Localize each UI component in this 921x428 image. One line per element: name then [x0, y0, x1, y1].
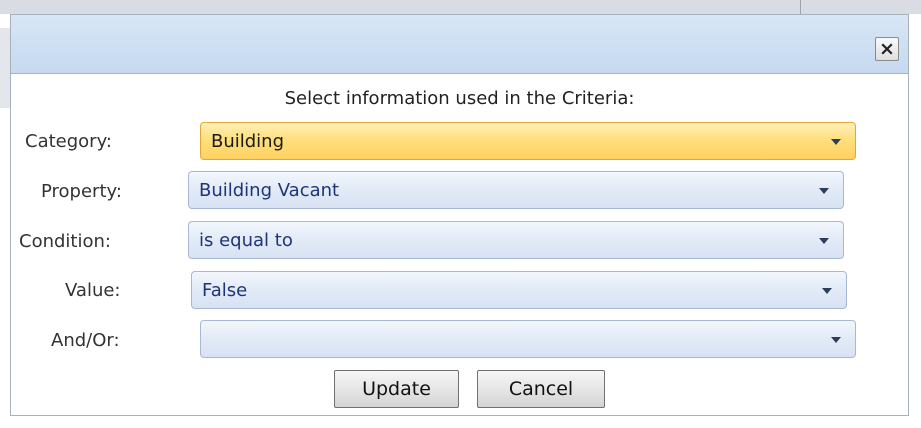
criteria-dialog: Select information used in the Criteria:…	[10, 14, 909, 416]
background-left-panel	[0, 28, 10, 108]
cancel-button[interactable]: Cancel	[477, 370, 605, 408]
dialog-titlebar	[11, 15, 908, 74]
chevron-down-icon	[831, 139, 841, 145]
chevron-down-icon	[819, 188, 829, 194]
value-select[interactable]: False	[191, 271, 847, 309]
condition-selected-value: is equal to	[199, 230, 293, 251]
close-icon	[881, 43, 893, 55]
category-selected-value: Building	[211, 131, 285, 152]
category-label: Category:	[25, 131, 112, 152]
property-select[interactable]: Building Vacant	[188, 171, 844, 209]
andor-label: And/Or:	[51, 330, 120, 351]
property-selected-value: Building Vacant	[199, 180, 340, 201]
close-button[interactable]	[875, 37, 899, 61]
chevron-down-icon	[819, 238, 829, 244]
background-divider	[800, 0, 801, 14]
criteria-instruction: Select information used in the Criteria:	[284, 88, 635, 109]
value-selected-value: False	[202, 280, 248, 301]
chevron-down-icon	[822, 288, 832, 294]
update-button[interactable]: Update	[334, 370, 459, 408]
condition-select[interactable]: is equal to	[188, 221, 844, 259]
andor-select[interactable]	[200, 320, 856, 358]
value-label: Value:	[65, 280, 121, 301]
category-select[interactable]: Building	[200, 122, 856, 160]
property-label: Property:	[41, 181, 122, 202]
chevron-down-icon	[831, 337, 841, 343]
condition-label: Condition:	[19, 231, 111, 252]
background-toolbar-strip	[0, 0, 921, 14]
